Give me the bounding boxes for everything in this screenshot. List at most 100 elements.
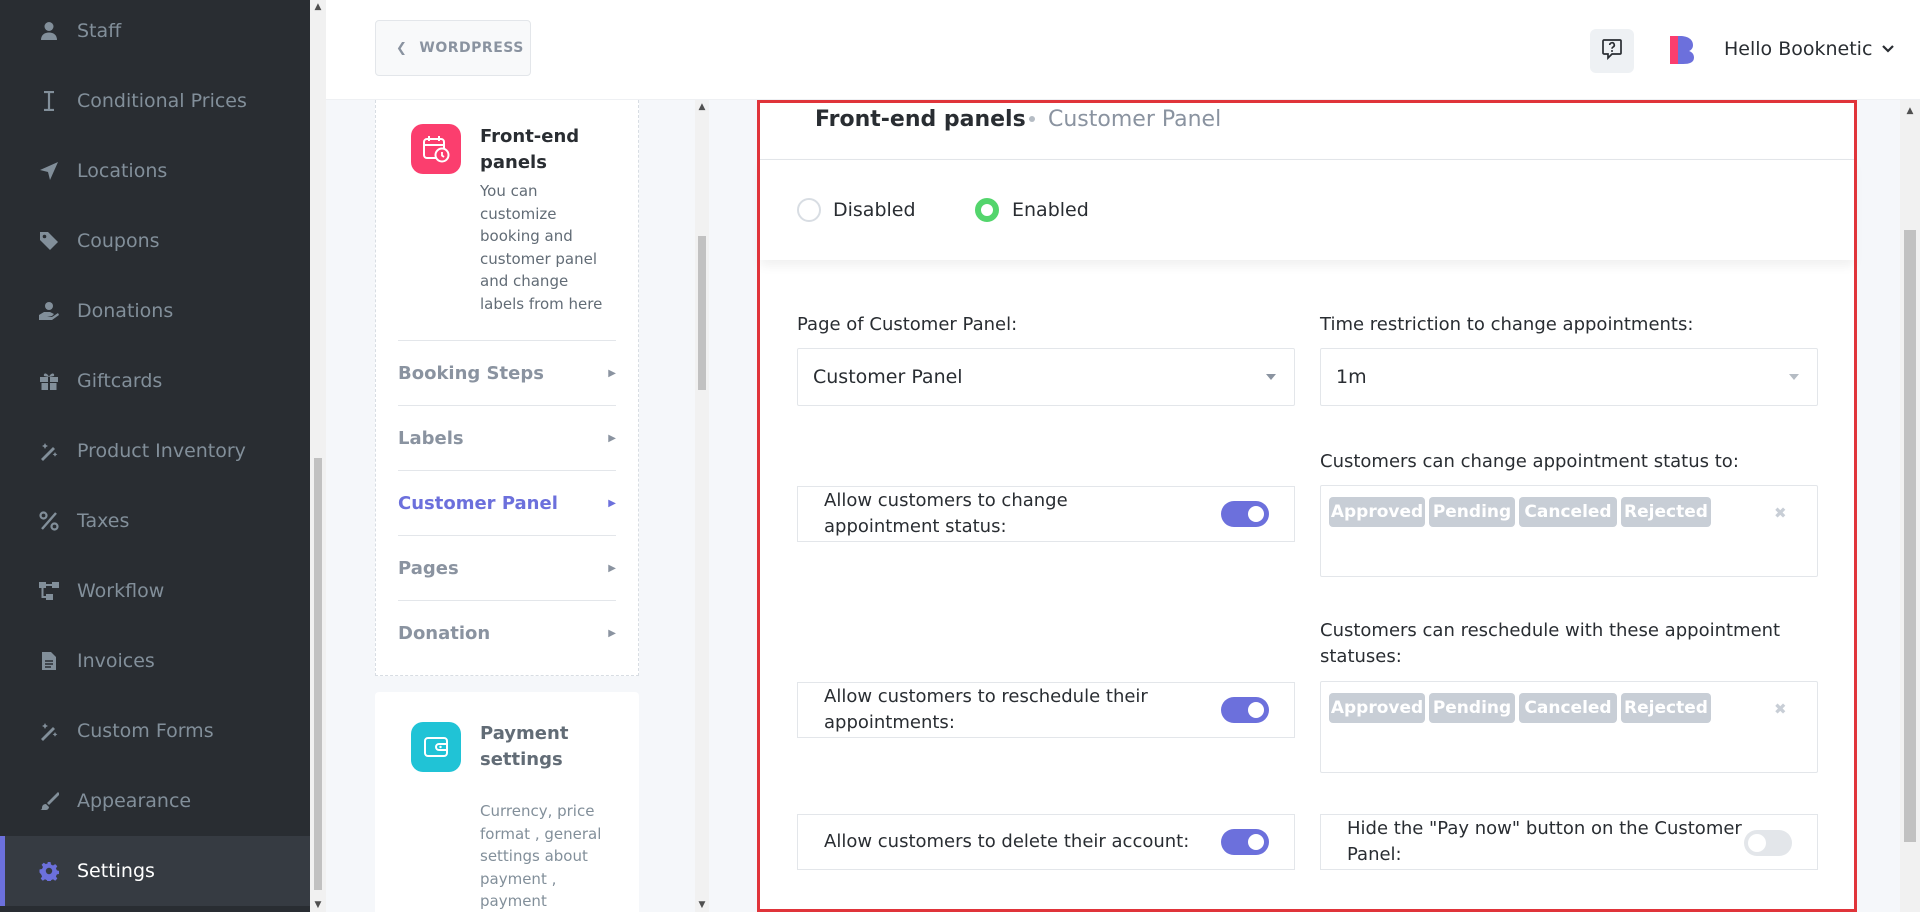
time-restriction-select[interactable]: 1m: [1320, 348, 1818, 406]
nav-booking-steps[interactable]: Booking Steps ▶: [398, 340, 616, 405]
page-field-label: Page of Customer Panel:: [797, 314, 1018, 335]
hide-pay-now-label: Hide the "Pay now" button on the Custome…: [1347, 818, 1742, 865]
scroll-up-arrow-icon[interactable]: ▲: [1903, 106, 1917, 116]
caret-right-icon: ▶: [608, 627, 616, 639]
hide-pay-now-row: Hide the "Pay now" button on the Custome…: [1320, 814, 1818, 870]
sidebar-item-label: Conditional Prices: [77, 90, 247, 112]
gift-icon: [38, 370, 60, 392]
caret-right-icon: ▶: [608, 432, 616, 444]
enabled-radio-label[interactable]: Enabled: [1012, 199, 1089, 221]
help-button[interactable]: [1590, 29, 1634, 73]
sidebar-scrollbar[interactable]: ▲ ▼: [310, 0, 326, 912]
sidebar-item-invoices[interactable]: Invoices: [0, 626, 310, 696]
dropdown-arrow-icon: [1789, 374, 1799, 380]
status-tag[interactable]: Pending: [1429, 497, 1515, 527]
reschedule-statuses-label: Customers can reschedule with these appo…: [1320, 620, 1781, 667]
status-tag[interactable]: Rejected: [1621, 497, 1711, 527]
frontend-panels-description: You can customize booking and customer p…: [480, 182, 603, 313]
sidebar-item-workflow[interactable]: Workflow: [0, 556, 310, 626]
chevron-down-icon: [1882, 42, 1895, 57]
scroll-down-arrow-icon[interactable]: ▼: [695, 900, 709, 910]
nav-labels[interactable]: Labels ▶: [398, 405, 616, 470]
change-status-to-label: Customers can change appointment status …: [1320, 451, 1739, 472]
nav-pages[interactable]: Pages ▶: [398, 535, 616, 600]
nav-scrollbar-thumb[interactable]: [698, 236, 706, 390]
hide-pay-now-toggle[interactable]: [1744, 830, 1792, 856]
user-menu[interactable]: Hello Booknetic: [1724, 38, 1895, 60]
nav-item-label: Donation: [398, 622, 491, 644]
scroll-up-arrow-icon[interactable]: ▲: [311, 2, 325, 12]
scroll-down-arrow-icon[interactable]: ▼: [311, 900, 325, 910]
status-tag[interactable]: Pending: [1429, 693, 1515, 723]
sidebar-item-appearance[interactable]: Appearance: [0, 766, 310, 836]
status-section: [760, 160, 1854, 260]
reschedule-statuses-select[interactable]: Approved Pending Canceled Rejected ✖: [1320, 681, 1818, 773]
sidebar-item-locations[interactable]: Locations: [0, 136, 310, 206]
sidebar-item-settings[interactable]: Settings: [0, 836, 310, 906]
workflow-icon: [38, 580, 60, 602]
reschedule-toggle[interactable]: [1221, 697, 1269, 723]
status-tag[interactable]: Approved: [1329, 693, 1425, 723]
sidebar-item-custom-forms[interactable]: Custom Forms: [0, 696, 310, 766]
change-status-to-select[interactable]: Approved Pending Canceled Rejected ✖: [1320, 485, 1818, 577]
sidebar-item-conditional-prices[interactable]: Conditional Prices: [0, 66, 310, 136]
page-select-value: Customer Panel: [813, 366, 963, 388]
enabled-radio[interactable]: [975, 198, 999, 222]
breadcrumb-separator: [1029, 116, 1035, 122]
payment-settings-description: Currency, price format , general setting…: [480, 802, 602, 911]
sidebar-item-label: Giftcards: [77, 370, 163, 392]
sidebar-scrollbar-thumb[interactable]: [314, 458, 322, 890]
status-tag[interactable]: Rejected: [1621, 693, 1711, 723]
user-icon: [38, 20, 60, 42]
status-tag[interactable]: Canceled: [1519, 497, 1617, 527]
nav-item-label: Booking Steps: [398, 362, 544, 384]
sidebar-item-product-inventory[interactable]: Product Inventory: [0, 416, 310, 486]
nav-customer-panel[interactable]: Customer Panel ▶: [398, 470, 616, 535]
sidebar-item-label: Appearance: [77, 790, 192, 812]
sidebar-item-coupons[interactable]: Coupons: [0, 206, 310, 276]
status-tag[interactable]: Approved: [1329, 497, 1425, 527]
status-tag[interactable]: Canceled: [1519, 693, 1617, 723]
main-scrollbar-thumb[interactable]: [1904, 230, 1916, 842]
payment-settings-title[interactable]: Payment settings: [480, 721, 610, 773]
brush-icon: [38, 790, 60, 812]
frontend-panels-title[interactable]: Front-end panels: [480, 124, 610, 176]
sidebar-item-giftcards[interactable]: Giftcards: [0, 346, 310, 416]
booknetic-logo: [1668, 34, 1696, 64]
cursor-text-icon: [38, 90, 60, 112]
location-arrow-icon: [38, 160, 60, 182]
user-greeting: Hello Booknetic: [1724, 38, 1873, 60]
nav-item-label: Labels: [398, 427, 464, 449]
delete-account-toggle[interactable]: [1221, 829, 1269, 855]
clear-selection-icon[interactable]: ✖: [1774, 504, 1787, 522]
magic-wand-icon: [38, 720, 60, 742]
reschedule-label: Allow customers to reschedule their appo…: [824, 686, 1148, 733]
breadcrumb-page: Customer Panel: [1048, 107, 1222, 132]
disabled-radio[interactable]: [797, 198, 821, 222]
page-select[interactable]: Customer Panel: [797, 348, 1295, 406]
nav-scrollbar[interactable]: ▲ ▼: [695, 100, 709, 912]
disabled-radio-label[interactable]: Disabled: [833, 199, 916, 221]
clear-selection-icon[interactable]: ✖: [1774, 700, 1787, 718]
change-status-toggle[interactable]: [1221, 501, 1269, 527]
change-status-label: Allow customers to change appointment st…: [824, 490, 1068, 537]
delete-account-row: Allow customers to delete their account:: [797, 814, 1295, 870]
main-scrollbar[interactable]: ▲: [1900, 100, 1920, 912]
sidebar-item-staff[interactable]: Staff: [0, 0, 310, 66]
back-to-wordpress-button[interactable]: ❮ WORDPRESS: [375, 20, 531, 76]
nav-donation[interactable]: Donation ▶: [398, 600, 616, 665]
document-icon: [38, 650, 60, 672]
reschedule-row: Allow customers to reschedule their appo…: [797, 682, 1295, 738]
chevron-left-icon: ❮: [396, 40, 408, 56]
nav-item-label: Customer Panel: [398, 492, 558, 514]
scroll-up-arrow-icon[interactable]: ▲: [695, 102, 709, 112]
percent-icon: [38, 510, 60, 532]
sidebar-item-taxes[interactable]: Taxes: [0, 486, 310, 556]
sidebar-item-label: Donations: [77, 300, 174, 322]
sidebar-item-donations[interactable]: Donations: [0, 276, 310, 346]
delete-account-label: Allow customers to delete their account:: [824, 831, 1190, 852]
back-button-label: WORDPRESS: [419, 40, 524, 56]
help-chat-icon: [1601, 38, 1623, 64]
caret-right-icon: ▶: [608, 367, 616, 379]
gear-icon: [38, 860, 60, 882]
